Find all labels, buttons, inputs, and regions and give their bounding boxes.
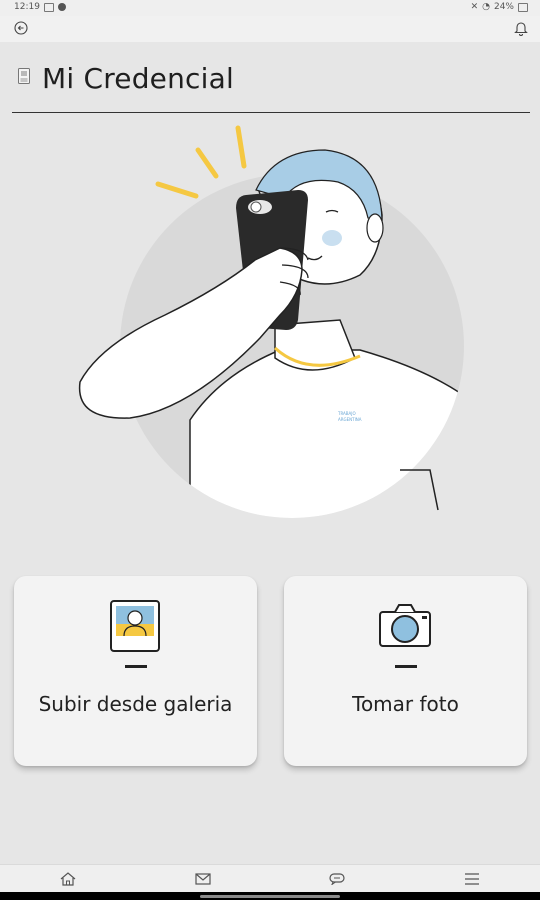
upload-from-gallery-button[interactable]: Subir desde galeria: [14, 576, 257, 766]
bottom-navigation: [0, 864, 540, 893]
battery-icon: [518, 2, 528, 12]
shirt-logo-line2: ARGENTINA: [338, 417, 362, 422]
selfie-illustration: TRABAJO ARGENTINA: [78, 125, 464, 518]
upload-from-gallery-label: Subir desde galeria: [38, 692, 233, 716]
status-bar: 12:19 ✕ ◔ 24%: [0, 0, 540, 16]
gallery-photo-icon: [109, 600, 160, 652]
nav-home[interactable]: [59, 871, 77, 887]
credential-icon: [18, 68, 30, 84]
gallery-underline: [124, 665, 147, 668]
chat-icon: [329, 873, 345, 885]
take-photo-button[interactable]: Tomar foto: [284, 576, 527, 766]
back-icon[interactable]: [14, 21, 28, 35]
notifications-bell-icon[interactable]: [514, 20, 528, 36]
mail-icon: [195, 873, 211, 885]
gallery-notification-icon: [43, 2, 54, 12]
nav-menu[interactable]: [463, 871, 481, 887]
page-title: Mi Credencial: [42, 62, 234, 95]
menu-icon: [465, 873, 479, 885]
home-icon: [60, 872, 76, 886]
camera-underline: [394, 665, 417, 668]
nav-chat[interactable]: [328, 871, 346, 887]
mute-icon: ✕: [470, 2, 479, 12]
take-photo-label: Tomar foto: [352, 692, 459, 716]
home-gesture-pill[interactable]: [200, 895, 340, 898]
app-notification-icon: [57, 3, 66, 11]
app-bar: [0, 16, 540, 42]
status-time: 12:19: [14, 2, 40, 12]
wifi-icon: ◔: [482, 2, 490, 12]
battery-percent: 24%: [493, 2, 514, 12]
camera-icon: [378, 604, 431, 647]
shirt-logo-line1: TRABAJO: [337, 411, 356, 416]
nav-messages[interactable]: [194, 871, 212, 887]
page-header: Mi Credencial: [12, 60, 530, 113]
